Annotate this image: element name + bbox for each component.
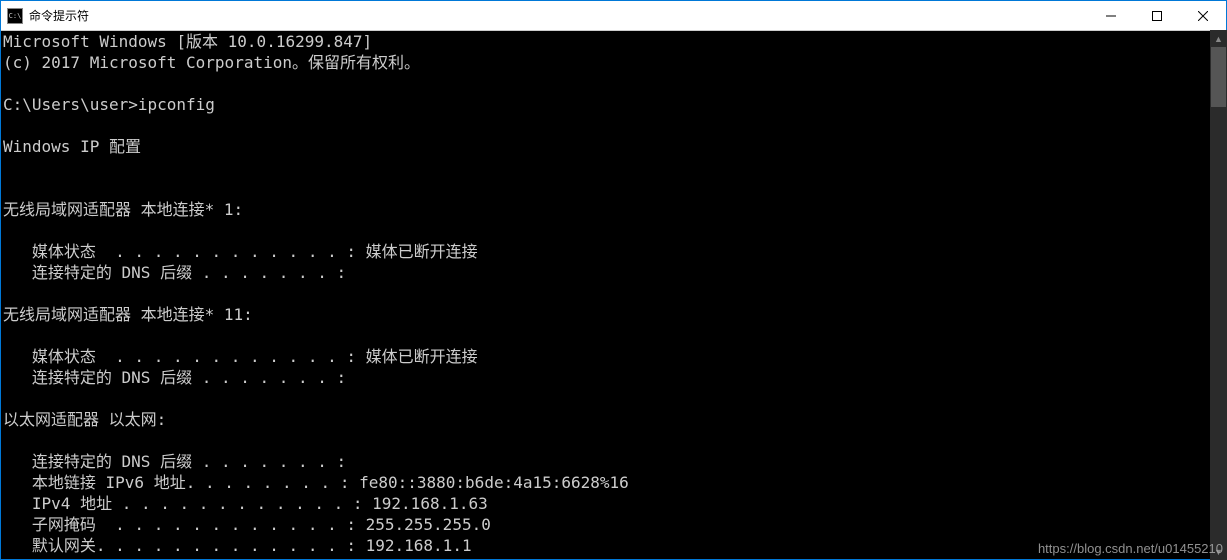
window-controls	[1088, 1, 1226, 30]
close-button[interactable]	[1180, 1, 1226, 30]
minimize-icon	[1106, 11, 1116, 21]
close-icon	[1198, 11, 1208, 21]
scrollbar[interactable]: ▲ ▼	[1210, 30, 1227, 560]
watermark-text: https://blog.csdn.net/u01455210	[1038, 541, 1223, 556]
maximize-button[interactable]	[1134, 1, 1180, 30]
cmd-icon: C:\	[7, 8, 23, 24]
cmd-window: C:\ 命令提示符 Microsoft Windows [版本 10.0.162…	[0, 0, 1227, 560]
minimize-button[interactable]	[1088, 1, 1134, 30]
terminal-output[interactable]: Microsoft Windows [版本 10.0.16299.847] (c…	[1, 31, 1226, 559]
window-title: 命令提示符	[29, 7, 89, 24]
titlebar-left: C:\ 命令提示符	[1, 7, 89, 24]
scrollbar-thumb[interactable]	[1211, 47, 1226, 107]
titlebar[interactable]: C:\ 命令提示符	[1, 1, 1226, 31]
maximize-icon	[1152, 11, 1162, 21]
scroll-up-arrow-icon[interactable]: ▲	[1210, 30, 1227, 47]
